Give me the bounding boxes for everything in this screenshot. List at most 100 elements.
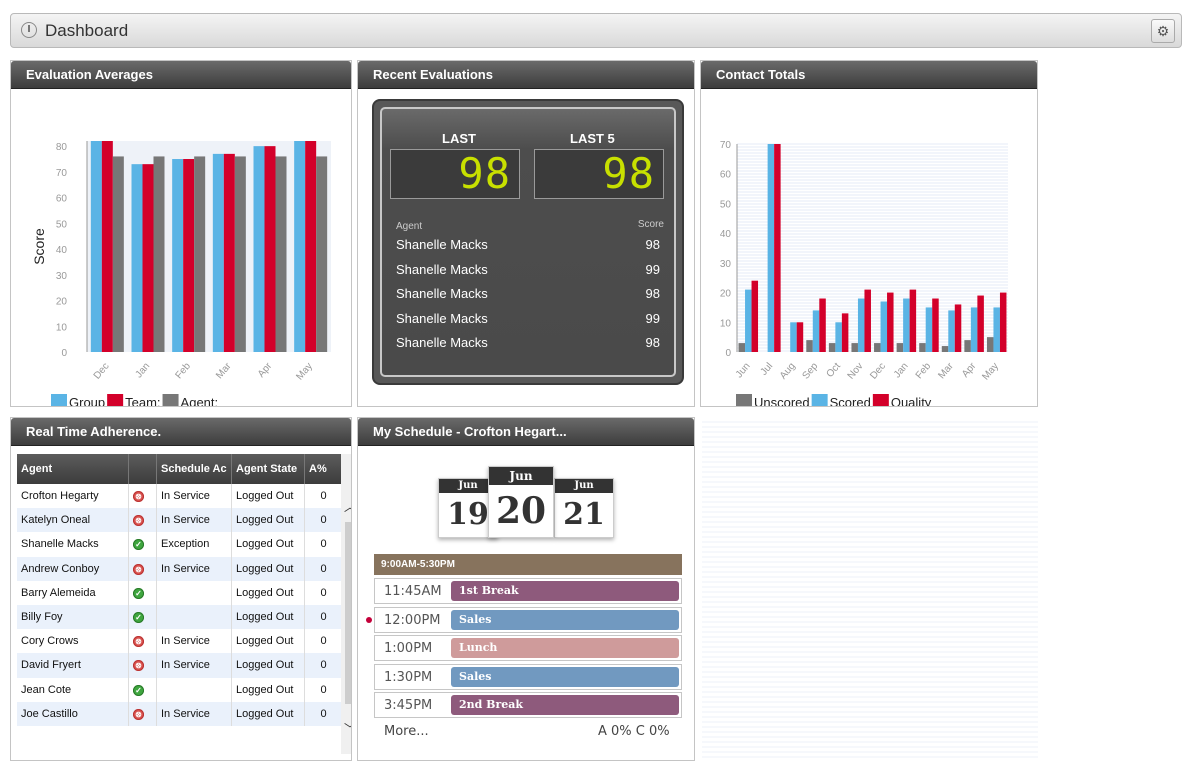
status-alert-icon: ⊗ bbox=[133, 660, 144, 672]
column-header[interactable]: Agent State bbox=[231, 454, 305, 484]
schedule-slot[interactable]: 11:45AM 1st Break bbox=[374, 578, 682, 604]
column-header[interactable]: Agent bbox=[17, 454, 129, 484]
last5-label: LAST 5 bbox=[570, 131, 615, 146]
y-tick-label: 20 bbox=[720, 289, 732, 300]
x-tick-label: Dec bbox=[868, 361, 888, 382]
table-row[interactable]: Crofton Hegarty ⊗ In Service Logged Out 0 bbox=[17, 484, 343, 509]
table-row[interactable]: David Fryert ⊗ In Service Logged Out 0 bbox=[17, 653, 343, 678]
bar bbox=[986, 337, 994, 352]
last-score: 98 bbox=[390, 149, 520, 199]
bar bbox=[932, 298, 939, 352]
y-tick-label: 0 bbox=[725, 348, 731, 359]
evaluation-averages-panel: Evaluation Averages 0 10 20 30 40 50 60 70 80 Dec… bbox=[10, 60, 352, 407]
bar bbox=[993, 307, 1000, 352]
recent-eval-row: Shanelle Macks 98 bbox=[396, 335, 660, 350]
pct-cell: 0 bbox=[304, 701, 343, 726]
scoreboard: LAST LAST 5 98 98 Agent Score Shanelle M… bbox=[374, 101, 682, 383]
table-row[interactable]: Barry Alemeida ✓ Logged Out 0 bbox=[17, 580, 343, 605]
activity-cell: In Service bbox=[156, 484, 232, 509]
scroll-down-icon[interactable]: ﹀ bbox=[344, 720, 351, 737]
bar bbox=[796, 322, 804, 352]
activity-cell: In Service bbox=[156, 629, 232, 654]
table-row[interactable]: Joe Castillo ⊗ In Service Logged Out 0 bbox=[17, 701, 343, 726]
date-picker[interactable]: Jun 19 Jun 21 Jun 20 bbox=[438, 466, 614, 546]
x-tick-label: Mar bbox=[214, 360, 234, 381]
schedule-slot[interactable]: 12:00PM Sales bbox=[374, 606, 682, 633]
bar bbox=[275, 156, 287, 352]
legend-swatch bbox=[736, 394, 752, 406]
schedule-slot[interactable]: 1:30PM Sales bbox=[374, 663, 682, 690]
status-cell: ✓ bbox=[128, 532, 157, 557]
recent-eval-row: Shanelle Macks 99 bbox=[396, 311, 660, 326]
agent-score: 99 bbox=[645, 310, 660, 326]
bar bbox=[183, 159, 195, 352]
slot-activity: Sales bbox=[451, 666, 679, 687]
calendar-day-current[interactable]: Jun 20 bbox=[488, 466, 554, 538]
slot-activity: 2nd Break bbox=[451, 695, 679, 715]
my-schedule-panel: My Schedule - Crofton Hegart... Jun 19 Ju… bbox=[357, 417, 695, 761]
gear-icon[interactable]: ⚙ bbox=[1151, 19, 1175, 43]
bar bbox=[948, 310, 955, 352]
last-label: LAST bbox=[442, 131, 476, 146]
agent-score: 98 bbox=[645, 237, 660, 252]
bar bbox=[253, 146, 265, 352]
schedule-slot[interactable]: 3:45PM 2nd Break bbox=[374, 692, 682, 718]
state-cell: Logged Out bbox=[231, 556, 305, 581]
bar bbox=[999, 292, 1007, 352]
calendar-day-next[interactable]: Jun 21 bbox=[554, 478, 614, 538]
bar bbox=[970, 307, 978, 352]
status-cell: ✓ bbox=[128, 677, 157, 702]
bar bbox=[153, 156, 165, 352]
y-tick-label: 40 bbox=[720, 229, 732, 240]
x-tick-label: Mar bbox=[936, 360, 956, 381]
bar bbox=[812, 310, 820, 352]
bar bbox=[194, 156, 206, 352]
y-tick-label: 20 bbox=[56, 297, 68, 308]
agent-cell: Billy Foy bbox=[17, 604, 129, 630]
state-cell: Logged Out bbox=[231, 701, 305, 726]
status-cell: ⊗ bbox=[128, 484, 157, 509]
bar bbox=[745, 289, 752, 352]
table-row[interactable]: Shanelle Macks ✓ Exception Logged Out 0 bbox=[17, 532, 343, 557]
panel-title: Contact Totals bbox=[701, 61, 1037, 89]
y-tick-label: 50 bbox=[56, 219, 68, 230]
scrollbar-thumb[interactable] bbox=[345, 522, 351, 704]
agent-score: 98 bbox=[645, 286, 660, 301]
bar bbox=[90, 141, 102, 352]
recent-evaluations-panel: Recent Evaluations LAST LAST 5 98 98 Age… bbox=[357, 60, 695, 407]
y-tick-label: 30 bbox=[720, 259, 732, 270]
status-alert-icon: ⊗ bbox=[133, 563, 144, 575]
bar bbox=[751, 280, 759, 352]
table-row[interactable]: Andrew Conboy ⊗ In Service Logged Out 0 bbox=[17, 556, 343, 581]
status-ok-icon: ✓ bbox=[133, 612, 144, 624]
schedule-slot[interactable]: 1:00PM Lunch bbox=[374, 635, 682, 661]
slot-activity: 1st Break bbox=[451, 581, 679, 601]
slot-time: 3:45PM bbox=[384, 698, 433, 713]
pct-cell: 0 bbox=[304, 604, 343, 630]
current-time-marker bbox=[366, 616, 372, 623]
agent-name: Shanelle Macks bbox=[396, 237, 488, 252]
bar bbox=[964, 340, 971, 352]
table-row[interactable]: Cory Crows ⊗ In Service Logged Out 0 bbox=[17, 629, 343, 654]
state-cell: Logged Out bbox=[231, 508, 305, 533]
agent-name: Shanelle Macks bbox=[396, 310, 488, 326]
table-scrollbar[interactable]: ︿ ﹀ bbox=[341, 454, 351, 754]
agent-cell: Barry Alemeida bbox=[17, 580, 129, 605]
table-row[interactable]: Billy Foy ✓ Logged Out 0 bbox=[17, 604, 343, 630]
column-header[interactable]: Schedule Ac bbox=[156, 454, 232, 484]
agent-score: 98 bbox=[645, 335, 660, 350]
legend-label: Scored bbox=[830, 395, 871, 406]
table-row[interactable]: Katelyn Oneal ⊗ In Service Logged Out 0 bbox=[17, 508, 343, 533]
more-link[interactable]: More... bbox=[384, 724, 429, 739]
column-header[interactable]: A% bbox=[304, 454, 343, 484]
status-ok-icon: ✓ bbox=[133, 684, 144, 696]
pct-cell: 0 bbox=[304, 677, 343, 702]
activity-cell: In Service bbox=[156, 508, 232, 533]
status-alert-icon: ⊗ bbox=[133, 491, 144, 503]
contact-totals-panel: Contact Totals 0 10 20 30 40 50 60 70 Jun Jul Aug S… bbox=[700, 60, 1038, 407]
bar bbox=[223, 153, 235, 352]
activity-cell bbox=[156, 677, 232, 702]
column-header[interactable] bbox=[128, 454, 157, 484]
scroll-up-icon[interactable]: ︿ bbox=[344, 498, 351, 515]
table-row[interactable]: Jean Cote ✓ Logged Out 0 bbox=[17, 677, 343, 702]
